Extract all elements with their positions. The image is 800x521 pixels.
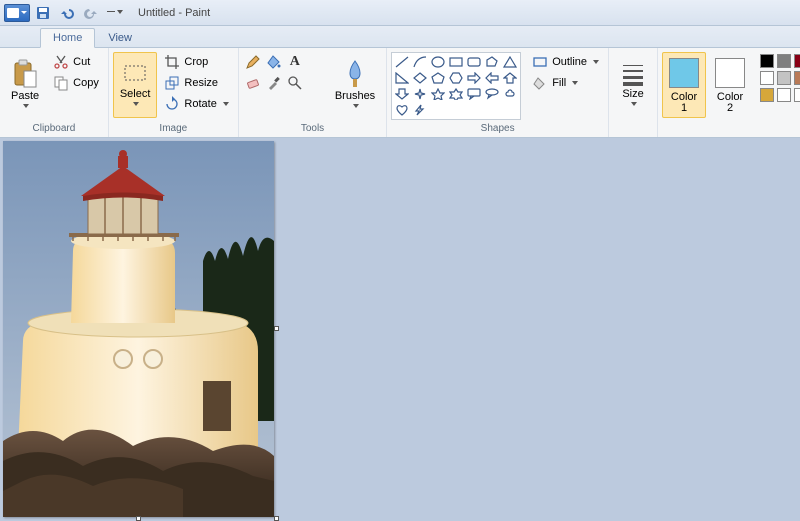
brushes-button[interactable]: Brushes bbox=[328, 52, 382, 118]
color-swatch[interactable] bbox=[760, 71, 774, 85]
resize-button[interactable]: Resize bbox=[159, 73, 233, 93]
group-size: Size bbox=[609, 48, 658, 137]
color2-label: Color 2 bbox=[717, 92, 743, 114]
brushes-label: Brushes bbox=[335, 91, 375, 102]
copy-button[interactable]: Copy bbox=[48, 73, 104, 93]
cut-button[interactable]: Cut bbox=[48, 52, 104, 72]
color-palette bbox=[760, 54, 800, 104]
color-swatch[interactable] bbox=[777, 88, 791, 102]
resize-label: Resize bbox=[184, 77, 218, 89]
shape-callout-cloud[interactable] bbox=[502, 87, 518, 101]
size-label: Size bbox=[622, 89, 643, 100]
color-picker-tool[interactable] bbox=[264, 73, 284, 93]
color-swatch[interactable] bbox=[794, 71, 800, 85]
shape-pentagon[interactable] bbox=[430, 71, 446, 85]
color-swatch[interactable] bbox=[777, 71, 791, 85]
group-shapes: Outline Fill Shapes bbox=[387, 48, 609, 137]
tools-group-label: Tools bbox=[243, 122, 382, 135]
tab-home[interactable]: Home bbox=[40, 28, 95, 48]
shape-star4[interactable] bbox=[412, 87, 428, 101]
shape-star6[interactable] bbox=[448, 87, 464, 101]
save-button[interactable] bbox=[32, 2, 54, 24]
color1-button[interactable]: Color 1 bbox=[662, 52, 706, 118]
group-tools: A Brushes Tools bbox=[239, 48, 387, 137]
shape-arrow-up[interactable] bbox=[502, 71, 518, 85]
colors-group-label: Colors bbox=[662, 122, 800, 135]
shapes-gallery[interactable] bbox=[391, 52, 521, 120]
select-label: Select bbox=[120, 89, 151, 100]
redo-button[interactable] bbox=[80, 2, 102, 24]
paste-label: Paste bbox=[11, 91, 39, 102]
copy-label: Copy bbox=[73, 77, 99, 89]
shape-rtriangle[interactable] bbox=[394, 71, 410, 85]
rotate-button[interactable]: Rotate bbox=[159, 94, 233, 114]
shape-polygon[interactable] bbox=[484, 55, 500, 69]
paste-button[interactable]: Paste bbox=[4, 52, 46, 118]
shape-curve[interactable] bbox=[412, 55, 428, 69]
color1-swatch bbox=[669, 58, 699, 88]
fill-button[interactable]: Fill bbox=[527, 73, 604, 93]
color-swatch[interactable] bbox=[760, 54, 774, 68]
window-title: Untitled - Paint bbox=[138, 7, 210, 19]
color2-swatch bbox=[715, 58, 745, 88]
shapes-group-label: Shapes bbox=[391, 122, 604, 135]
shape-arrow-down[interactable] bbox=[394, 87, 410, 101]
outline-label: Outline bbox=[552, 56, 587, 68]
canvas-image bbox=[3, 141, 274, 517]
shape-callout-rect[interactable] bbox=[466, 87, 482, 101]
color-swatch[interactable] bbox=[760, 88, 774, 102]
color1-label: Color 1 bbox=[671, 92, 697, 114]
image-group-label: Image bbox=[113, 122, 234, 135]
shape-arrow-left[interactable] bbox=[484, 71, 500, 85]
resize-handle-se[interactable] bbox=[274, 516, 279, 521]
undo-button[interactable] bbox=[56, 2, 78, 24]
outline-button[interactable]: Outline bbox=[527, 52, 604, 72]
eraser-tool[interactable] bbox=[243, 73, 263, 93]
color-swatch[interactable] bbox=[794, 54, 800, 68]
group-image: Select Crop Resize Rotate Image bbox=[109, 48, 239, 137]
color2-button[interactable]: Color 2 bbox=[708, 52, 752, 118]
clipboard-group-label: Clipboard bbox=[4, 122, 104, 135]
group-clipboard: Paste Cut Copy Clipboard bbox=[0, 48, 109, 137]
magnifier-tool[interactable] bbox=[285, 73, 305, 93]
shape-bolt[interactable] bbox=[412, 103, 428, 117]
qat-customize-button[interactable] bbox=[104, 2, 126, 24]
ribbon-tabs: Home View bbox=[0, 26, 800, 48]
shape-diamond[interactable] bbox=[412, 71, 428, 85]
title-bar: Untitled - Paint bbox=[0, 0, 800, 26]
shape-line[interactable] bbox=[394, 55, 410, 69]
rotate-label: Rotate bbox=[184, 98, 216, 110]
system-menu-button[interactable] bbox=[4, 4, 30, 22]
tab-view[interactable]: View bbox=[95, 28, 145, 47]
fill-label: Fill bbox=[552, 77, 566, 89]
pencil-tool[interactable] bbox=[243, 52, 263, 72]
crop-label: Crop bbox=[184, 56, 208, 68]
color-swatch[interactable] bbox=[777, 54, 791, 68]
canvas[interactable] bbox=[3, 141, 274, 517]
resize-handle-s[interactable] bbox=[136, 516, 141, 521]
shape-callout-oval[interactable] bbox=[484, 87, 500, 101]
shape-rrect[interactable] bbox=[466, 55, 482, 69]
group-colors: Color 1 Color 2 Edit colors Colors bbox=[658, 48, 800, 137]
crop-button[interactable]: Crop bbox=[159, 52, 233, 72]
size-button[interactable]: Size bbox=[613, 52, 653, 118]
select-button[interactable]: Select bbox=[113, 52, 158, 118]
quick-access-toolbar bbox=[4, 2, 126, 24]
shape-oval[interactable] bbox=[430, 55, 446, 69]
shape-rect[interactable] bbox=[448, 55, 464, 69]
color-swatch[interactable] bbox=[794, 88, 800, 102]
ribbon: Paste Cut Copy Clipboard Select Crop Res… bbox=[0, 48, 800, 138]
shape-star5[interactable] bbox=[430, 87, 446, 101]
cut-label: Cut bbox=[73, 56, 90, 68]
text-tool[interactable]: A bbox=[285, 52, 305, 72]
size-group-label bbox=[613, 122, 653, 135]
fill-tool[interactable] bbox=[264, 52, 284, 72]
shape-hexagon[interactable] bbox=[448, 71, 464, 85]
shape-triangle[interactable] bbox=[502, 55, 518, 69]
canvas-area[interactable] bbox=[0, 138, 800, 520]
shape-heart[interactable] bbox=[394, 103, 410, 117]
tools-grid: A bbox=[243, 52, 326, 93]
resize-handle-e[interactable] bbox=[274, 326, 279, 331]
shape-arrow-right[interactable] bbox=[466, 71, 482, 85]
